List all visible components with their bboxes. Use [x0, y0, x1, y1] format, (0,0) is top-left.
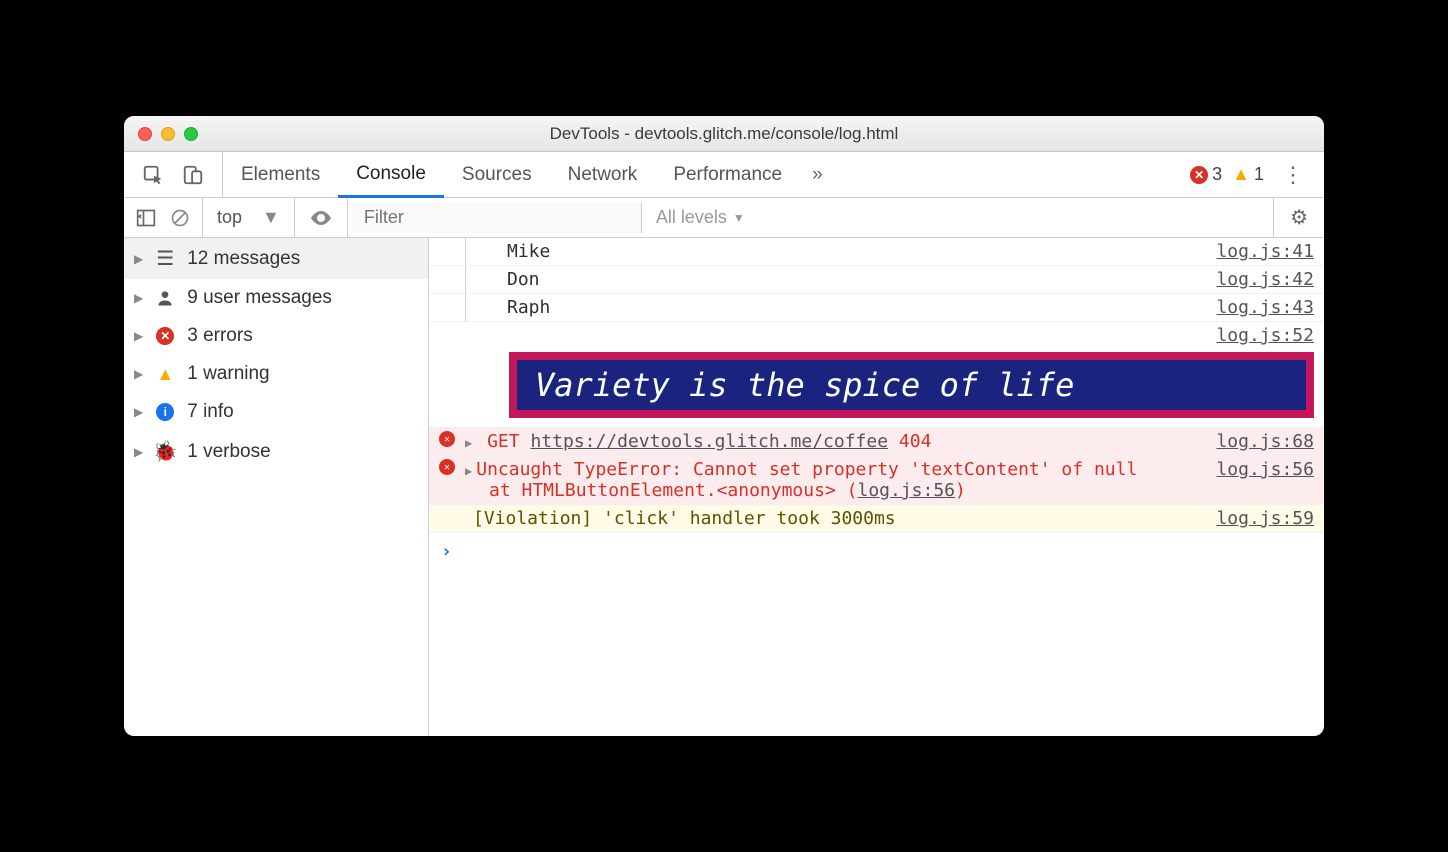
console-settings-icon[interactable]: ⚙: [1273, 198, 1324, 237]
sidebar-item-label: 3 errors: [187, 325, 252, 347]
source-link[interactable]: log.js:43: [1204, 297, 1314, 318]
chevron-down-icon: ▼: [262, 207, 280, 228]
log-levels-selector[interactable]: All levels ▼: [642, 207, 759, 228]
user-icon: [153, 288, 177, 308]
chevron-right-icon: ▶: [134, 329, 143, 343]
http-status: 404: [899, 431, 932, 452]
sidebar-item-label: 12 messages: [187, 248, 300, 270]
error-icon: ✕: [439, 431, 455, 447]
stack-source-link[interactable]: log.js:56: [857, 480, 955, 501]
warning-icon: ▲: [153, 364, 177, 385]
log-entry[interactable]: Mike log.js:41: [429, 238, 1324, 266]
stack-frame: at HTMLButtonElement.<anonymous> (log.js…: [465, 480, 1204, 501]
window-controls: [138, 127, 198, 141]
source-link[interactable]: log.js:59: [1204, 508, 1314, 529]
log-text: Raph: [465, 297, 1204, 318]
request-url[interactable]: https://devtools.glitch.me/coffee: [530, 431, 888, 452]
log-entry-exception[interactable]: ✕ ▶ Uncaught TypeError: Cannot set proper…: [429, 456, 1324, 505]
inspect-element-icon[interactable]: [142, 164, 164, 186]
warning-icon: ▲: [1232, 164, 1250, 185]
log-text: Mike: [465, 241, 1204, 262]
chevron-right-icon: ▶: [134, 291, 143, 305]
more-tabs-button[interactable]: »: [800, 164, 835, 186]
log-entry[interactable]: Raph log.js:43: [429, 294, 1324, 322]
chevron-right-icon: ▶: [134, 252, 143, 266]
sidebar-item-user-messages[interactable]: ▶ 9 user messages: [124, 279, 428, 317]
sidebar-item-warnings[interactable]: ▶ ▲ 1 warning: [124, 355, 428, 393]
execution-context-selector[interactable]: top ▼: [203, 198, 295, 237]
sidebar-item-label: 1 warning: [187, 363, 269, 385]
live-expression-icon[interactable]: [295, 198, 348, 237]
log-text: Don: [465, 269, 1204, 290]
log-entry-styled[interactable]: log.js:52 Variety is the spice of life: [429, 322, 1324, 428]
source-link[interactable]: log.js:68: [1204, 431, 1314, 452]
settings-menu-button[interactable]: ⋮: [1274, 162, 1312, 188]
filter-input[interactable]: [352, 202, 642, 233]
console-sidebar: ▶ ☰ 12 messages ▶ 9 user messages ▶ ✕ 3 …: [124, 238, 429, 736]
tab-network[interactable]: Network: [550, 152, 656, 197]
chevron-right-icon: ▶: [465, 464, 472, 478]
console-messages: Mike log.js:41 Don log.js:42 Raph log.js…: [429, 238, 1324, 736]
log-entry[interactable]: Don log.js:42: [429, 266, 1324, 294]
styled-log-box: Variety is the spice of life: [509, 352, 1314, 418]
log-entry-violation[interactable]: [Violation] 'click' handler took 3000ms …: [429, 505, 1324, 533]
error-icon: ✕: [1190, 166, 1208, 184]
panel-tabbar: Elements Console Sources Network Perform…: [124, 152, 1324, 198]
sidebar-item-errors[interactable]: ▶ ✕ 3 errors: [124, 317, 428, 355]
source-link[interactable]: log.js:41: [1204, 241, 1314, 262]
violation-text: [Violation] 'click' handler took 3000ms: [465, 508, 1204, 529]
list-icon: ☰: [153, 246, 177, 271]
minimize-window-button[interactable]: [161, 127, 175, 141]
console-prompt[interactable]: ›: [429, 533, 1324, 570]
info-icon: i: [153, 403, 177, 421]
device-toolbar-icon[interactable]: [182, 164, 204, 186]
devtools-window: DevTools - devtools.glitch.me/console/lo…: [124, 116, 1324, 736]
zoom-window-button[interactable]: [184, 127, 198, 141]
sidebar-item-messages[interactable]: ▶ ☰ 12 messages: [124, 238, 428, 279]
sidebar-item-label: 1 verbose: [187, 441, 270, 463]
warning-count-badge[interactable]: ▲ 1: [1232, 164, 1264, 185]
http-method: GET: [487, 431, 520, 452]
chevron-right-icon: ▶: [134, 367, 143, 381]
window-title: DevTools - devtools.glitch.me/console/lo…: [124, 124, 1324, 144]
bug-icon: 🐞: [153, 439, 177, 464]
exception-message: Uncaught TypeError: Cannot set property …: [476, 459, 1137, 480]
sidebar-item-label: 9 user messages: [187, 287, 332, 309]
chevron-right-icon: ▶: [134, 445, 143, 459]
source-link[interactable]: log.js:56: [1204, 459, 1314, 480]
error-icon: ✕: [153, 327, 177, 345]
chevron-right-icon: ▶: [134, 405, 143, 419]
error-count: 3: [1212, 164, 1222, 185]
context-label: top: [217, 207, 242, 228]
console-toolbar: top ▼ All levels ▼ ⚙: [124, 198, 1324, 238]
source-link[interactable]: log.js:42: [1204, 269, 1314, 290]
source-link[interactable]: log.js:52: [1204, 325, 1314, 346]
error-count-badge[interactable]: ✕ 3: [1190, 164, 1222, 185]
sidebar-item-info[interactable]: ▶ i 7 info: [124, 393, 428, 431]
clear-console-icon[interactable]: [170, 208, 190, 228]
tab-performance[interactable]: Performance: [655, 152, 800, 197]
toggle-sidebar-icon[interactable]: [136, 208, 156, 228]
tab-console[interactable]: Console: [338, 153, 444, 198]
warning-count: 1: [1254, 164, 1264, 185]
tab-sources[interactable]: Sources: [444, 152, 550, 197]
styled-log-text: Variety is the spice of life: [517, 360, 1306, 410]
sidebar-item-verbose[interactable]: ▶ 🐞 1 verbose: [124, 431, 428, 472]
close-window-button[interactable]: [138, 127, 152, 141]
chevron-right-icon: ▶: [465, 436, 472, 450]
titlebar: DevTools - devtools.glitch.me/console/lo…: [124, 116, 1324, 152]
log-entry-network-error[interactable]: ✕ ▶ GET https://devtools.glitch.me/coffe…: [429, 428, 1324, 456]
sidebar-item-label: 7 info: [187, 401, 233, 423]
panel-tabs: Elements Console Sources Network Perform…: [223, 152, 1178, 197]
levels-label: All levels: [656, 207, 727, 228]
tab-elements[interactable]: Elements: [223, 152, 338, 197]
error-icon: ✕: [439, 459, 455, 475]
chevron-down-icon: ▼: [733, 211, 745, 225]
